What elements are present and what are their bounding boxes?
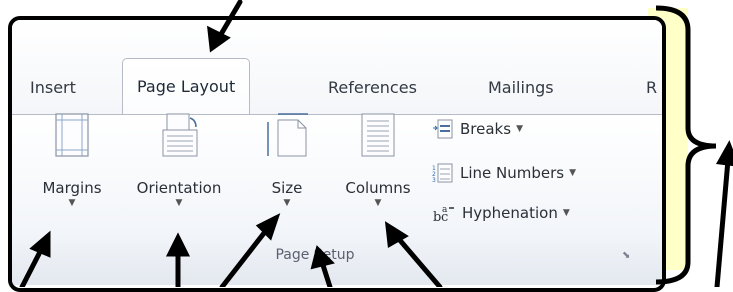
orientation-label: Orientation <box>136 179 222 197</box>
dropdown-caret-icon: ▼ <box>283 198 291 208</box>
line-numbers-icon: 1 2 3 <box>432 163 453 184</box>
breaks-button[interactable]: Breaks ▼ <box>432 116 523 142</box>
breaks-label: Breaks <box>460 120 512 138</box>
tab-review[interactable]: R <box>646 78 657 97</box>
margins-icon <box>55 113 89 157</box>
columns-icon <box>361 113 395 157</box>
breaks-icon <box>433 119 453 139</box>
tab-insert[interactable]: Insert <box>30 78 76 97</box>
columns-button[interactable]: Columns ▼ <box>330 112 426 209</box>
tab-page-layout[interactable]: Page Layout <box>122 58 251 119</box>
dialog-launcher-icon[interactable]: ⬊ <box>622 251 632 261</box>
orientation-icon <box>162 113 198 157</box>
margins-label: Margins <box>42 179 102 197</box>
hyphenation-icon: b c a <box>433 205 454 224</box>
line-numbers-button[interactable]: 1 2 3 Line Numbers ▼ <box>432 160 576 186</box>
svg-text:a: a <box>442 205 448 215</box>
size-button[interactable]: Size ▼ <box>252 112 322 209</box>
dropdown-caret-icon: ▼ <box>374 198 382 208</box>
hyphenation-button[interactable]: b c a Hyphenation ▼ <box>432 200 570 226</box>
hyphenation-label: Hyphenation <box>462 204 558 222</box>
svg-text:3: 3 <box>432 177 436 184</box>
page-setup-group-label: Page Setup <box>275 247 355 263</box>
columns-label: Columns <box>345 179 411 197</box>
orientation-button[interactable]: Orientation ▼ <box>114 112 244 209</box>
dropdown-caret-icon: ▼ <box>569 168 577 178</box>
size-label: Size <box>271 179 303 197</box>
arrow-to-bracket <box>714 157 731 287</box>
tab-mailings[interactable]: Mailings <box>488 78 554 97</box>
size-icon <box>267 113 308 157</box>
arrowhead-bracket <box>715 140 733 167</box>
tab-strip: Insert Page Layout References Mailings R <box>12 20 662 119</box>
tab-references[interactable]: References <box>328 78 417 97</box>
dropdown-caret-icon: ▼ <box>175 198 183 208</box>
margins-button[interactable]: Margins ▼ <box>22 112 122 209</box>
line-numbers-label: Line Numbers <box>460 164 565 182</box>
dropdown-caret-icon: ▼ <box>562 208 570 218</box>
dropdown-caret-icon: ▼ <box>516 124 523 134</box>
dropdown-caret-icon: ▼ <box>68 198 76 208</box>
